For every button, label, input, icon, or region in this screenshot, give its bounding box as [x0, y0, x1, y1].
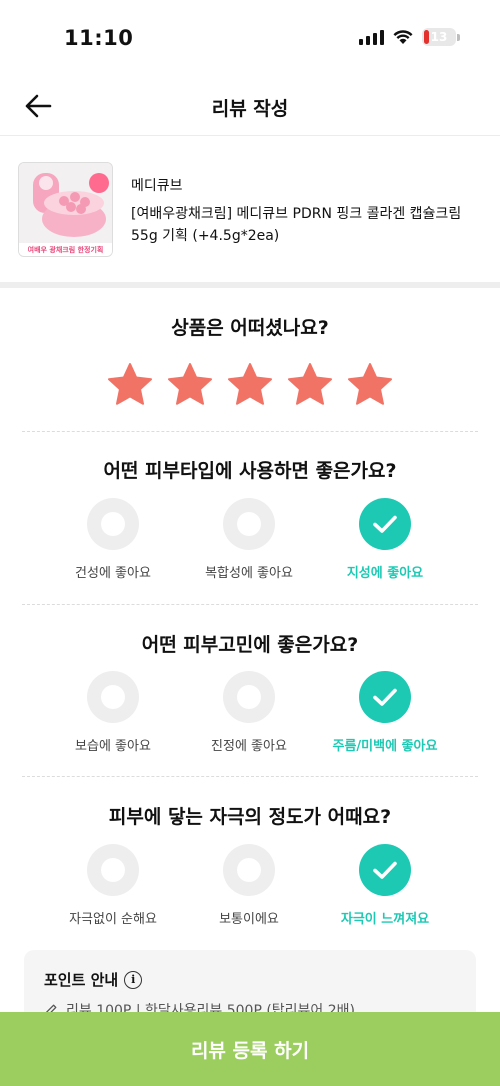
product-card: 여배우 광채크림 한정기획 메디큐브 [여배우광채크림] 메디큐브 PDRN 핑…	[0, 137, 500, 282]
radio-unchecked-icon[interactable]	[87, 498, 139, 550]
option-label: 건성에 좋아요	[75, 566, 151, 581]
product-image-caption: 여배우 광채크림 한정기획	[27, 246, 104, 254]
product-info: 메디큐브 [여배우광채크림] 메디큐브 PDRN 핑크 콜라겐 캡슐크림 55g…	[131, 175, 480, 247]
skin-concern-section: 어떤 피부고민에 좋은가요?	[0, 630, 500, 657]
product-brand: 메디큐브	[131, 178, 183, 194]
rating-question: 상품은 어떠셨나요?	[171, 317, 329, 339]
skin-type-question: 어떤 피부타입에 사용하면 좋은가요?	[103, 460, 397, 482]
star-rating	[0, 362, 500, 408]
radio-checked-icon[interactable]	[359, 498, 411, 550]
skin-concern-options: 보습에 좋아요 진정에 좋아요 주름/미백에 좋아요	[0, 671, 500, 754]
radio-unchecked-icon[interactable]	[223, 844, 275, 896]
rating-section: 상품은 어떠셨나요?	[0, 313, 500, 340]
star-icon[interactable]	[107, 362, 153, 408]
irritation-question: 피부에 닿는 자극의 정도가 어때요?	[108, 806, 392, 828]
option[interactable]: 보통이에요	[199, 844, 299, 927]
star-icon[interactable]	[227, 362, 273, 408]
point-info-title: 포인트 안내 i	[44, 969, 143, 990]
radio-unchecked-icon[interactable]	[223, 498, 275, 550]
option-label: 복합성에 좋아요	[205, 566, 293, 581]
option[interactable]: 지성에 좋아요	[335, 498, 435, 581]
option-label: 보습에 좋아요	[75, 739, 151, 754]
skin-type-section: 어떤 피부타입에 사용하면 좋은가요?	[0, 456, 500, 483]
point-info-box: 포인트 안내 i 리뷰 100P | 한달사용리뷰 500P (탑리뷰어 2배)	[24, 950, 476, 1020]
option[interactable]: 복합성에 좋아요	[199, 498, 299, 581]
skin-concern-question: 어떤 피부고민에 좋은가요?	[141, 634, 359, 656]
option[interactable]: 진정에 좋아요	[199, 671, 299, 754]
option-label: 지성에 좋아요	[346, 566, 424, 581]
option-label: 주름/미백에 좋아요	[332, 739, 438, 754]
option-label: 진정에 좋아요	[211, 739, 287, 754]
dashed-divider	[22, 431, 478, 432]
battery-level: 13	[430, 30, 448, 44]
battery-icon: 13	[422, 28, 460, 46]
star-icon[interactable]	[287, 362, 333, 408]
point-info-label: 포인트 안내	[44, 971, 119, 989]
option[interactable]: 보습에 좋아요	[63, 671, 163, 754]
option[interactable]: 건성에 좋아요	[63, 498, 163, 581]
check-icon	[373, 861, 397, 879]
radio-checked-icon[interactable]	[359, 844, 411, 896]
irritation-section: 피부에 닿는 자극의 정도가 어때요?	[0, 802, 500, 829]
star-icon[interactable]	[347, 362, 393, 408]
status-time: 11:10	[64, 26, 134, 50]
product-name: [여배우광채크림] 메디큐브 PDRN 핑크 콜라겐 캡슐크림 55g 기획 (…	[131, 206, 462, 244]
status-icons: 13	[359, 28, 460, 46]
info-icon[interactable]: i	[124, 970, 143, 989]
product-image: 여배우 광채크림 한정기획	[18, 162, 113, 257]
skin-type-options: 건성에 좋아요 복합성에 좋아요 지성에 좋아요	[0, 498, 500, 581]
check-icon	[373, 688, 397, 706]
radio-unchecked-icon[interactable]	[87, 844, 139, 896]
irritation-options: 자극없이 순해요 보통이에요 자극이 느껴져요	[0, 844, 500, 927]
option[interactable]: 자극이 느껴져요	[335, 844, 435, 927]
signal-icon	[359, 29, 384, 45]
check-icon	[373, 515, 397, 533]
dashed-divider	[22, 604, 478, 605]
option[interactable]: 주름/미백에 좋아요	[332, 671, 438, 754]
option[interactable]: 자극없이 순해요	[63, 844, 163, 927]
option-label: 자극이 느껴져요	[340, 912, 430, 927]
radio-unchecked-icon[interactable]	[223, 671, 275, 723]
option-label: 자극없이 순해요	[69, 912, 157, 927]
section-divider	[0, 282, 500, 288]
page-title: 리뷰 작성	[211, 98, 289, 120]
status-bar: 11:10 13	[0, 0, 500, 80]
option-label: 보통이에요	[219, 912, 279, 927]
wifi-icon	[393, 30, 413, 44]
submit-review-button[interactable]: 리뷰 등록 하기	[0, 1012, 500, 1086]
header: 리뷰 작성	[0, 78, 500, 136]
star-icon[interactable]	[167, 362, 213, 408]
radio-unchecked-icon[interactable]	[87, 671, 139, 723]
radio-checked-icon[interactable]	[359, 671, 411, 723]
dashed-divider	[22, 776, 478, 777]
